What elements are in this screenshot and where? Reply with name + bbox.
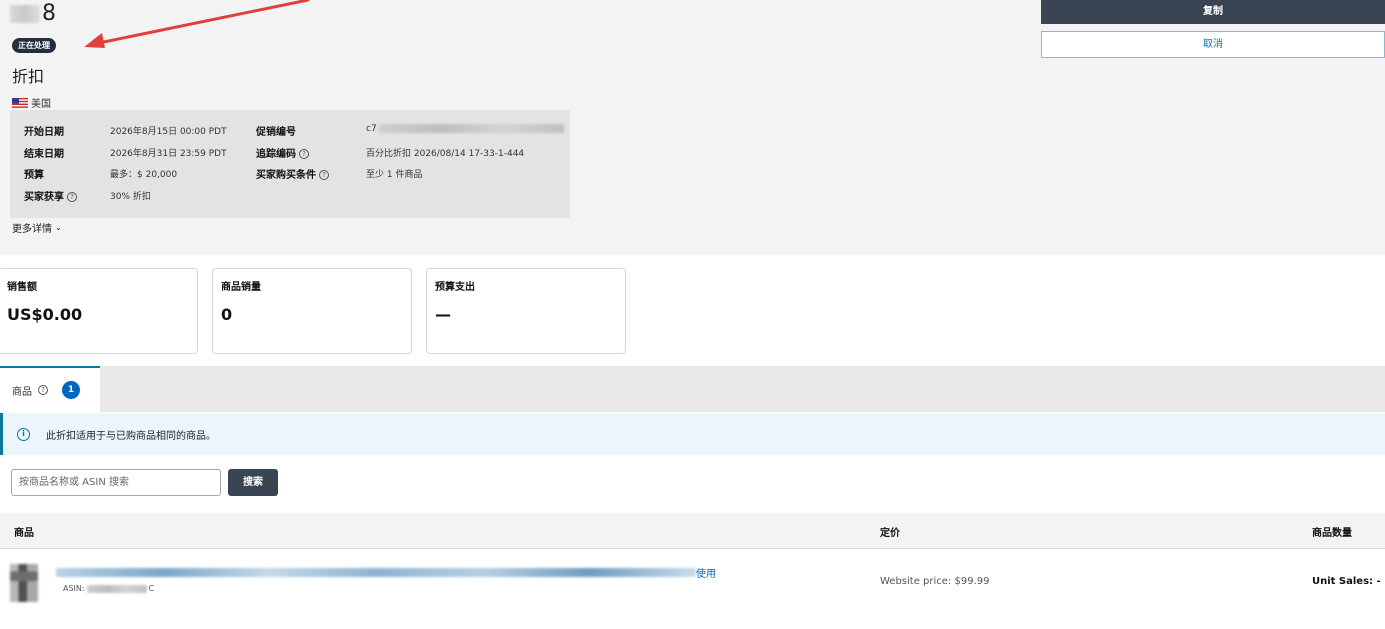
help-icon[interactable]: ? <box>319 170 329 180</box>
purchase-condition-value: 至少 1 件商品 <box>366 170 423 180</box>
redacted-asin <box>86 584 147 593</box>
budget-label: 预算 <box>24 170 44 181</box>
purchase-condition-label: 买家购买条件? <box>256 166 329 181</box>
tabs-bar: 商品 ? 1 <box>0 366 1385 412</box>
buyer-gets-value: 30% 折扣 <box>110 192 151 202</box>
product-price: Website price: $99.99 <box>880 576 990 587</box>
product-unit-sales: Unit Sales: - <box>1312 576 1381 587</box>
metric-value: 0 <box>221 305 233 324</box>
tab-products-count-badge: 1 <box>62 381 80 399</box>
product-title-link[interactable]: 使用 <box>696 565 716 580</box>
info-banner: i 此折扣适用于与已购商品相同的商品。 <box>0 413 1385 455</box>
tab-products-label: 商品 <box>12 386 32 398</box>
metric-value: — <box>435 305 451 324</box>
country-label: 美国 <box>31 99 51 110</box>
buyer-gets-label-text: 买家获享 <box>24 192 64 203</box>
chevron-down-icon: ⌄ <box>55 223 62 232</box>
more-details-toggle[interactable]: 更多详情 ⌄ <box>12 220 62 235</box>
search-button[interactable]: 搜索 <box>228 469 278 496</box>
buyer-gets-label: 买家获享? <box>24 188 77 203</box>
redacted-title-prefix <box>10 5 40 23</box>
promotion-header: 8 正在处理 折扣 美国 开始日期 结束日期 预算 买家获享? 2026年8月1… <box>0 0 1385 255</box>
marketplace-country: 美国 <box>12 95 51 110</box>
copy-button[interactable]: 复制 <box>1041 0 1385 24</box>
us-flag-icon <box>12 97 28 108</box>
promotion-id-label: 促销编号 <box>256 127 296 138</box>
tracking-code-label-text: 追踪编码 <box>256 149 296 160</box>
product-thumbnail[interactable] <box>10 564 38 602</box>
product-asin: ASIN: C <box>63 584 154 593</box>
redacted-product-title[interactable] <box>56 568 696 577</box>
products-table-header: 商品 定价 商品数量 <box>0 513 1385 549</box>
redacted-promotion-id <box>378 124 564 133</box>
status-badge: 正在处理 <box>12 38 56 53</box>
asin-suffix: C <box>148 584 155 593</box>
promotion-details-panel: 开始日期 结束日期 预算 买家获享? 2026年8月15日 00:00 PDT … <box>10 110 570 218</box>
metric-card-budget-spent: 预算支出 — <box>426 268 626 354</box>
asin-label: ASIN: <box>63 584 85 593</box>
info-banner-text: 此折扣适用于与已购商品相同的商品。 <box>46 430 216 442</box>
metric-label: 销售额 <box>7 282 37 293</box>
metric-card-sales: 销售额 US$0.00 <box>0 268 198 354</box>
column-header-product: 商品 <box>14 528 34 539</box>
promotion-id-value: c7 <box>366 124 564 134</box>
help-icon[interactable]: ? <box>67 192 77 202</box>
end-date-value: 2026年8月31日 23:59 PDT <box>110 149 227 159</box>
column-header-quantity: 商品数量 <box>1312 528 1352 539</box>
end-date-label: 结束日期 <box>24 149 64 160</box>
tracking-code-value: 百分比折扣 2026/08/14 17-33-1-444 <box>366 149 525 159</box>
cancel-button[interactable]: 取消 <box>1041 31 1385 58</box>
promotion-type: 折扣 <box>12 67 45 86</box>
product-search-input[interactable] <box>11 469 221 496</box>
promotion-title: 8 <box>10 0 56 28</box>
start-date-value: 2026年8月15日 00:00 PDT <box>110 127 227 137</box>
tab-products[interactable]: 商品 ? 1 <box>0 366 100 412</box>
budget-value: 最多：$ 20,000 <box>110 170 178 180</box>
metric-card-units: 商品销量 0 <box>212 268 412 354</box>
more-details-label: 更多详情 <box>12 224 52 235</box>
tracking-code-label: 追踪编码? <box>256 145 309 160</box>
purchase-condition-label-text: 买家购买条件 <box>256 170 316 181</box>
help-icon[interactable]: ? <box>299 149 309 159</box>
metric-label: 商品销量 <box>221 282 261 293</box>
annotation-arrow <box>84 0 310 48</box>
promotion-id-prefix: c7 <box>366 124 377 134</box>
start-date-label: 开始日期 <box>24 127 64 138</box>
help-icon[interactable]: ? <box>38 385 48 395</box>
info-icon: i <box>17 427 30 441</box>
table-row: 使用 ASIN: C Website price: $99.99 Unit Sa… <box>0 550 1385 610</box>
promotion-title-text: 8 <box>42 1 56 26</box>
column-header-price: 定价 <box>880 528 900 539</box>
metric-label: 预算支出 <box>435 282 475 293</box>
metric-value: US$0.00 <box>7 305 83 324</box>
